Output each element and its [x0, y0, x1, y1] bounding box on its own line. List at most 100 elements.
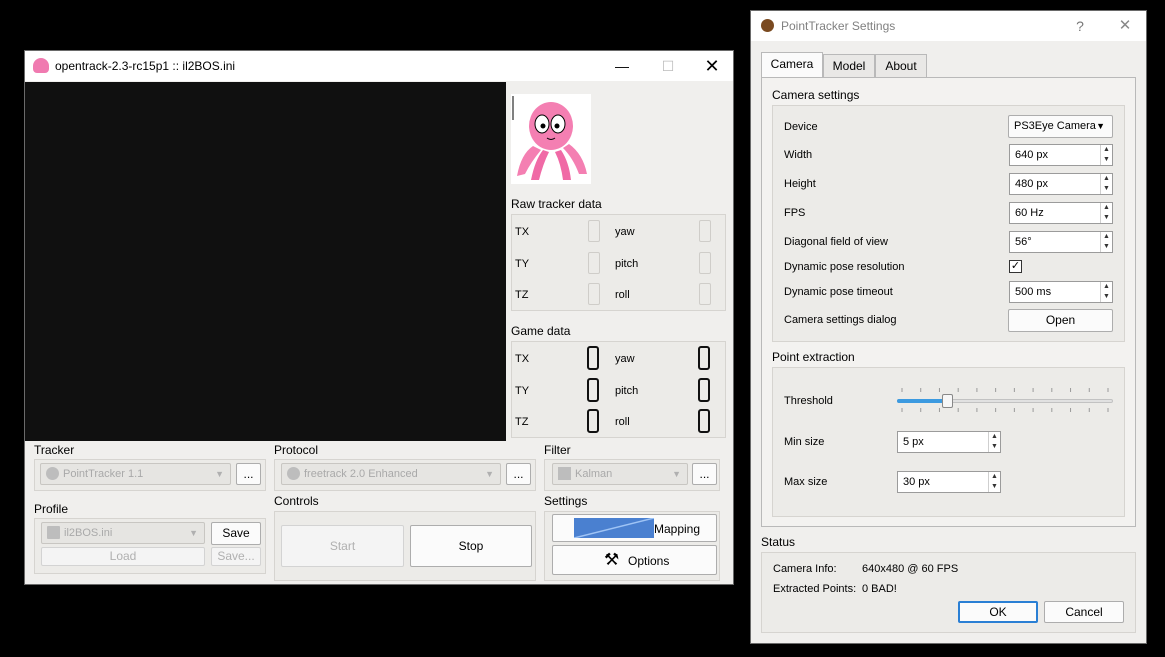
max-size-spinbox[interactable]: 30 px ▲ ▼: [897, 471, 1001, 493]
camera-settings-label: Camera settings: [772, 88, 860, 102]
tracker-settings-button[interactable]: ...: [236, 463, 261, 485]
raw-ty-label: TY: [515, 258, 530, 270]
width-label: Width: [784, 149, 813, 161]
min-size-value: 5 px: [903, 436, 924, 448]
filter-select[interactable]: Kalman ▼: [552, 463, 688, 485]
spin-arrows-icon[interactable]: ▲ ▼: [1100, 282, 1112, 302]
width-value: 640 px: [1015, 149, 1049, 161]
raw-tz-label: TZ: [515, 289, 529, 301]
chevron-down-icon: ▼: [189, 528, 198, 538]
protocol-select[interactable]: freetrack 2.0 Enhanced ▼: [281, 463, 501, 485]
pointtracker-settings-window: PointTracker Settings ? ✕ Camera Model A…: [750, 10, 1147, 644]
max-size-label: Max size: [784, 476, 828, 488]
camera-settings-dialog-label: Camera settings dialog: [784, 314, 897, 326]
camera-info-value: 640x480 @ 60 FPS: [862, 563, 959, 575]
fov-spinbox[interactable]: 56° ▲ ▼: [1009, 231, 1113, 253]
tracker-label: Tracker: [34, 443, 75, 457]
minimize-icon[interactable]: —: [599, 51, 645, 81]
open-button[interactable]: Open: [1008, 309, 1113, 332]
start-button[interactable]: Start: [281, 525, 404, 567]
profile-value: il2BOS.ini: [64, 527, 113, 539]
height-spinbox[interactable]: 480 px ▲ ▼: [1009, 173, 1113, 195]
min-size-spinbox[interactable]: 5 px ▲ ▼: [897, 431, 1001, 453]
game-ty-display: [587, 378, 599, 402]
settings-titlebar[interactable]: PointTracker Settings ? ✕: [751, 11, 1146, 41]
close-icon[interactable]: ✕: [689, 51, 735, 81]
save-as-button[interactable]: Save...: [211, 547, 261, 566]
ok-button[interactable]: OK: [958, 601, 1038, 623]
close-icon[interactable]: ✕: [1102, 11, 1148, 41]
tab-camera[interactable]: Camera: [761, 52, 823, 78]
main-titlebar[interactable]: opentrack-2.3-rc15p1 :: il2BOS.ini — ☐ ✕: [25, 51, 733, 81]
protocol-label: Protocol: [274, 443, 319, 457]
profile-select[interactable]: il2BOS.ini ▼: [41, 522, 205, 544]
dynamic-pose-timeout-spinbox[interactable]: 500 ms ▲ ▼: [1009, 281, 1113, 303]
filter-settings-button[interactable]: ...: [692, 463, 717, 485]
controls-label: Controls: [274, 494, 319, 508]
game-data-box: TX TY TZ yaw pitch roll: [511, 341, 726, 438]
threshold-label: Threshold: [784, 395, 833, 407]
mapping-button[interactable]: Mapping: [552, 514, 717, 542]
load-button[interactable]: Load: [41, 547, 205, 566]
app-icon: [761, 19, 774, 32]
help-icon[interactable]: ?: [1057, 11, 1103, 41]
tracker-icon: [46, 467, 59, 480]
fov-value: 56°: [1015, 236, 1032, 248]
protocol-settings-button[interactable]: ...: [506, 463, 531, 485]
fps-label: FPS: [784, 207, 806, 219]
raw-pitch-display: [699, 252, 711, 274]
opentrack-window: opentrack-2.3-rc15p1 :: il2BOS.ini — ☐ ✕…: [24, 50, 734, 585]
height-label: Height: [784, 178, 816, 190]
device-select[interactable]: PS3Eye Camera ▼: [1008, 115, 1113, 138]
raw-tx-display: [588, 220, 600, 242]
status-label: Status: [761, 535, 796, 549]
spin-arrows-icon[interactable]: ▲ ▼: [1100, 174, 1112, 194]
raw-tracker-label: Raw tracker data: [511, 197, 602, 211]
spin-arrows-icon[interactable]: ▲ ▼: [1100, 232, 1112, 252]
slider-handle[interactable]: [942, 394, 953, 408]
raw-yaw-display: [699, 220, 711, 242]
game-yaw-display: [698, 346, 710, 370]
stop-button[interactable]: Stop: [410, 525, 532, 567]
spin-arrows-icon[interactable]: ▲ ▼: [988, 472, 1000, 492]
octopus-app-icon: [33, 58, 49, 73]
extracted-points-value: 0 BAD!: [862, 583, 897, 595]
fps-spinbox[interactable]: 60 Hz ▲ ▼: [1009, 202, 1113, 224]
point-extraction-label: Point extraction: [772, 350, 855, 364]
width-spinbox[interactable]: 640 px ▲ ▼: [1009, 144, 1113, 166]
dynamic-pose-resolution-checkbox[interactable]: ✓: [1009, 260, 1022, 273]
cancel-button[interactable]: Cancel: [1044, 601, 1124, 623]
chevron-down-icon: ▼: [215, 469, 224, 479]
spin-arrows-icon[interactable]: ▲ ▼: [1100, 145, 1112, 165]
raw-pitch-label: pitch: [615, 258, 639, 270]
raw-ty-display: [588, 252, 600, 274]
game-tx-display: [587, 346, 599, 370]
game-pitch-label: pitch: [615, 385, 639, 397]
height-value: 480 px: [1015, 178, 1049, 190]
profile-label: Profile: [34, 502, 69, 516]
spin-arrows-icon[interactable]: ▲ ▼: [1100, 203, 1112, 223]
threshold-slider[interactable]: [897, 388, 1113, 412]
game-tx-label: TX: [515, 353, 530, 365]
save-button[interactable]: Save: [211, 522, 261, 545]
settings-window-title: PointTracker Settings: [781, 19, 896, 33]
raw-tz-display: [588, 283, 600, 305]
checkmark-icon: ✓: [1010, 260, 1021, 272]
chevron-down-icon: ▼: [485, 469, 494, 479]
raw-roll-display: [699, 283, 711, 305]
tab-model[interactable]: Model: [823, 54, 875, 78]
game-roll-display: [698, 409, 710, 433]
tab-about[interactable]: About: [875, 54, 927, 78]
chevron-down-icon: ▼: [1096, 121, 1105, 131]
dynamic-pose-timeout-label: Dynamic pose timeout: [784, 286, 893, 298]
options-button[interactable]: ⚒ Options: [552, 545, 717, 575]
camera-info-label: Camera Info:: [773, 563, 837, 575]
protocol-value: freetrack 2.0 Enhanced: [304, 468, 418, 480]
min-size-label: Min size: [784, 436, 825, 448]
device-value: PS3Eye Camera: [1014, 120, 1096, 132]
maximize-icon[interactable]: ☐: [645, 51, 691, 81]
fov-label: Diagonal field of view: [784, 236, 888, 248]
tracker-select[interactable]: PointTracker 1.1 ▼: [40, 463, 231, 485]
options-label: Options: [628, 554, 670, 568]
spin-arrows-icon[interactable]: ▲ ▼: [988, 432, 1000, 452]
